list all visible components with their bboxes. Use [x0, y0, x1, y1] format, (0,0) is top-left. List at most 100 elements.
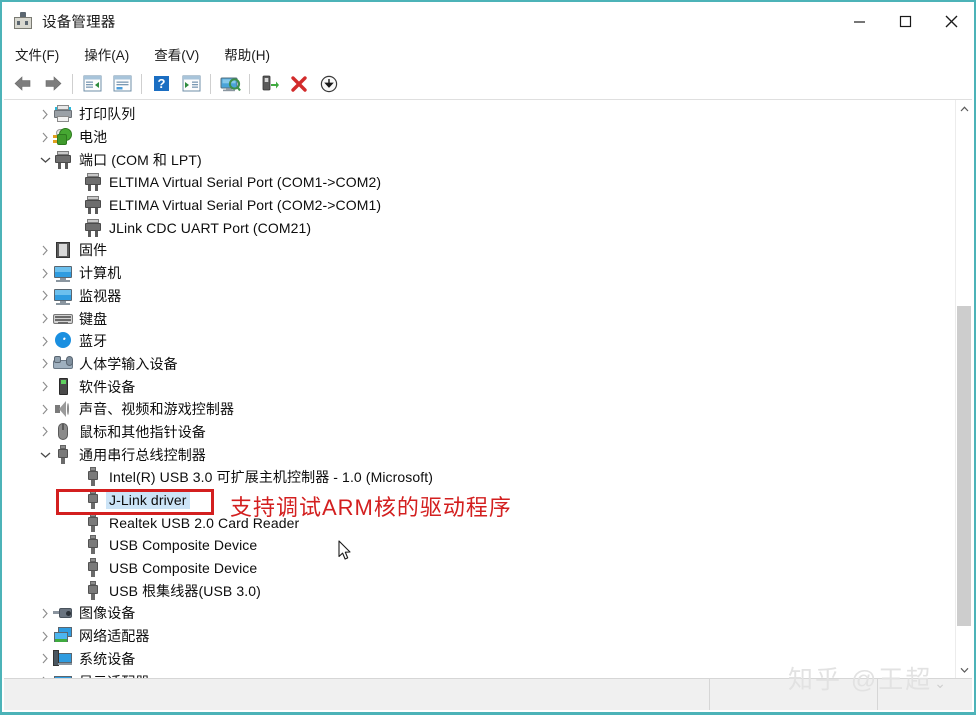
hid-devices-icon [53, 354, 73, 374]
tree-row-label: 系统设备 [79, 650, 136, 667]
chevron-right-icon[interactable] [37, 262, 53, 284]
usb-icon [83, 467, 103, 487]
tree-row[interactable]: 计算机 [4, 262, 955, 285]
tree-row[interactable]: 电池 [4, 126, 955, 149]
tree-row[interactable]: 键盘 [4, 307, 955, 330]
show-hide-action-pane-icon[interactable] [176, 71, 206, 97]
tree-row-label: 人体学输入设备 [79, 355, 178, 372]
chevron-right-icon[interactable] [37, 421, 53, 443]
tree-row[interactable]: 声音、视频和游戏控制器 [4, 398, 955, 421]
chevron-right-icon[interactable] [37, 285, 53, 307]
tree-row[interactable]: 鼠标和其他指针设备 [4, 421, 955, 444]
tree-row-label: Intel(R) USB 3.0 可扩展主机控制器 - 1.0 (Microso… [109, 469, 434, 486]
menu-view[interactable]: 查看(V) [154, 44, 199, 64]
usb-icon [83, 580, 103, 601]
tree-row-label: J-Link driver [106, 491, 190, 510]
system-device-icon [53, 649, 73, 669]
usb-icon [83, 558, 103, 578]
serial-port-icon [83, 218, 103, 238]
close-button[interactable] [928, 2, 974, 40]
tree-row-label: ELTIMA Virtual Serial Port (COM1->COM2) [109, 174, 382, 191]
disable-device-icon[interactable] [314, 71, 344, 97]
menu-help[interactable]: 帮助(H) [224, 44, 270, 64]
tree-row[interactable]: USB 根集线器(USB 3.0) [4, 579, 955, 602]
uninstall-device-icon[interactable] [284, 71, 314, 97]
help-icon[interactable]: ? [146, 71, 176, 97]
chevron-right-icon[interactable] [37, 239, 53, 261]
chevron-right-icon[interactable] [37, 648, 53, 670]
tree-row[interactable]: 显示适配器 [4, 670, 955, 678]
speaker-icon [53, 399, 73, 419]
tree-row[interactable]: ᛫ 蓝牙 [4, 330, 955, 353]
chevron-right-icon[interactable] [37, 103, 53, 125]
tree-row[interactable]: JLink CDC UART Port (COM21) [4, 216, 955, 239]
chevron-right-icon[interactable] [37, 330, 53, 352]
scrollbar-up-button[interactable] [956, 100, 972, 117]
chevron-right-icon[interactable] [37, 671, 53, 678]
vertical-scrollbar[interactable] [955, 100, 972, 678]
tree-row-label: 计算机 [79, 265, 122, 282]
update-driver-icon[interactable] [254, 71, 284, 97]
minimize-button[interactable] [836, 2, 882, 40]
maximize-button[interactable] [882, 2, 928, 40]
tree-row[interactable]: ELTIMA Virtual Serial Port (COM2->COM1) [4, 194, 955, 217]
window-controls [836, 2, 974, 40]
serial-port-icon [83, 172, 103, 192]
scrollbar-down-button[interactable] [956, 661, 972, 678]
chevron-down-icon[interactable] [37, 444, 53, 466]
usb-icon [83, 490, 103, 510]
toolbar-separator [249, 73, 250, 94]
tree-row[interactable]: 网络适配器 [4, 625, 955, 648]
chevron-down-icon[interactable] [37, 149, 53, 171]
tree-row[interactable]: 打印队列 [4, 103, 955, 126]
back-icon[interactable] [8, 71, 38, 97]
tree-row[interactable]: USB Composite Device [4, 534, 955, 557]
tree-row-label: 打印队列 [79, 106, 136, 123]
forward-icon[interactable] [38, 71, 68, 97]
menu-bar: 文件(F) 操作(A) 查看(V) 帮助(H) [2, 40, 974, 68]
software-device-icon [53, 377, 73, 397]
tree-row[interactable]: 固件 [4, 239, 955, 262]
tree-row[interactable]: 端口 (COM 和 LPT) [4, 148, 955, 171]
chevron-right-icon[interactable] [37, 308, 53, 330]
tree-row[interactable]: 图像设备 [4, 602, 955, 625]
tree-row[interactable]: 软件设备 [4, 375, 955, 398]
tree-row-label: 声音、视频和游戏控制器 [79, 401, 235, 418]
printer-icon [53, 104, 73, 124]
tree-row[interactable]: 监视器 [4, 285, 955, 308]
chevron-right-icon[interactable] [37, 398, 53, 420]
chevron-right-icon[interactable] [37, 602, 53, 624]
scan-for-hardware-changes-icon[interactable] [215, 71, 245, 97]
tree-row[interactable]: USB Composite Device [4, 557, 955, 580]
menu-action[interactable]: 操作(A) [84, 44, 129, 64]
chevron-right-icon[interactable] [37, 376, 53, 398]
scrollbar-thumb[interactable] [957, 306, 971, 626]
tree-row[interactable]: ELTIMA Virtual Serial Port (COM1->COM2) [4, 171, 955, 194]
toolbar-separator [72, 73, 73, 94]
chevron-right-icon[interactable] [37, 126, 53, 148]
show-hide-console-tree-icon[interactable] [77, 71, 107, 97]
tree-row-label: 监视器 [79, 287, 122, 304]
tree-row[interactable]: 人体学输入设备 [4, 353, 955, 376]
device-tree[interactable]: 打印队列电池 端口 (COM 和 LPT) ELTIMA Virtual Seria… [4, 100, 955, 678]
tree-row[interactable]: 系统设备 [4, 648, 955, 671]
tree-row-label: 通用串行总线控制器 [79, 446, 206, 463]
bluetooth-icon: ᛫ [53, 331, 73, 351]
menu-file[interactable]: 文件(F) [15, 44, 59, 64]
chevron-right-icon[interactable] [37, 625, 53, 647]
network-adapter-icon [53, 626, 73, 646]
tree-row-label: 蓝牙 [79, 333, 108, 350]
chevron-right-icon[interactable] [37, 353, 53, 375]
tree-row[interactable]: 通用串行总线控制器 [4, 443, 955, 466]
imaging-device-icon [53, 603, 73, 623]
tree-row[interactable]: Intel(R) USB 3.0 可扩展主机控制器 - 1.0 (Microso… [4, 466, 955, 489]
tree-row-label: 图像设备 [79, 605, 136, 622]
toolbar-separator [141, 73, 142, 94]
properties-icon[interactable] [107, 71, 137, 97]
